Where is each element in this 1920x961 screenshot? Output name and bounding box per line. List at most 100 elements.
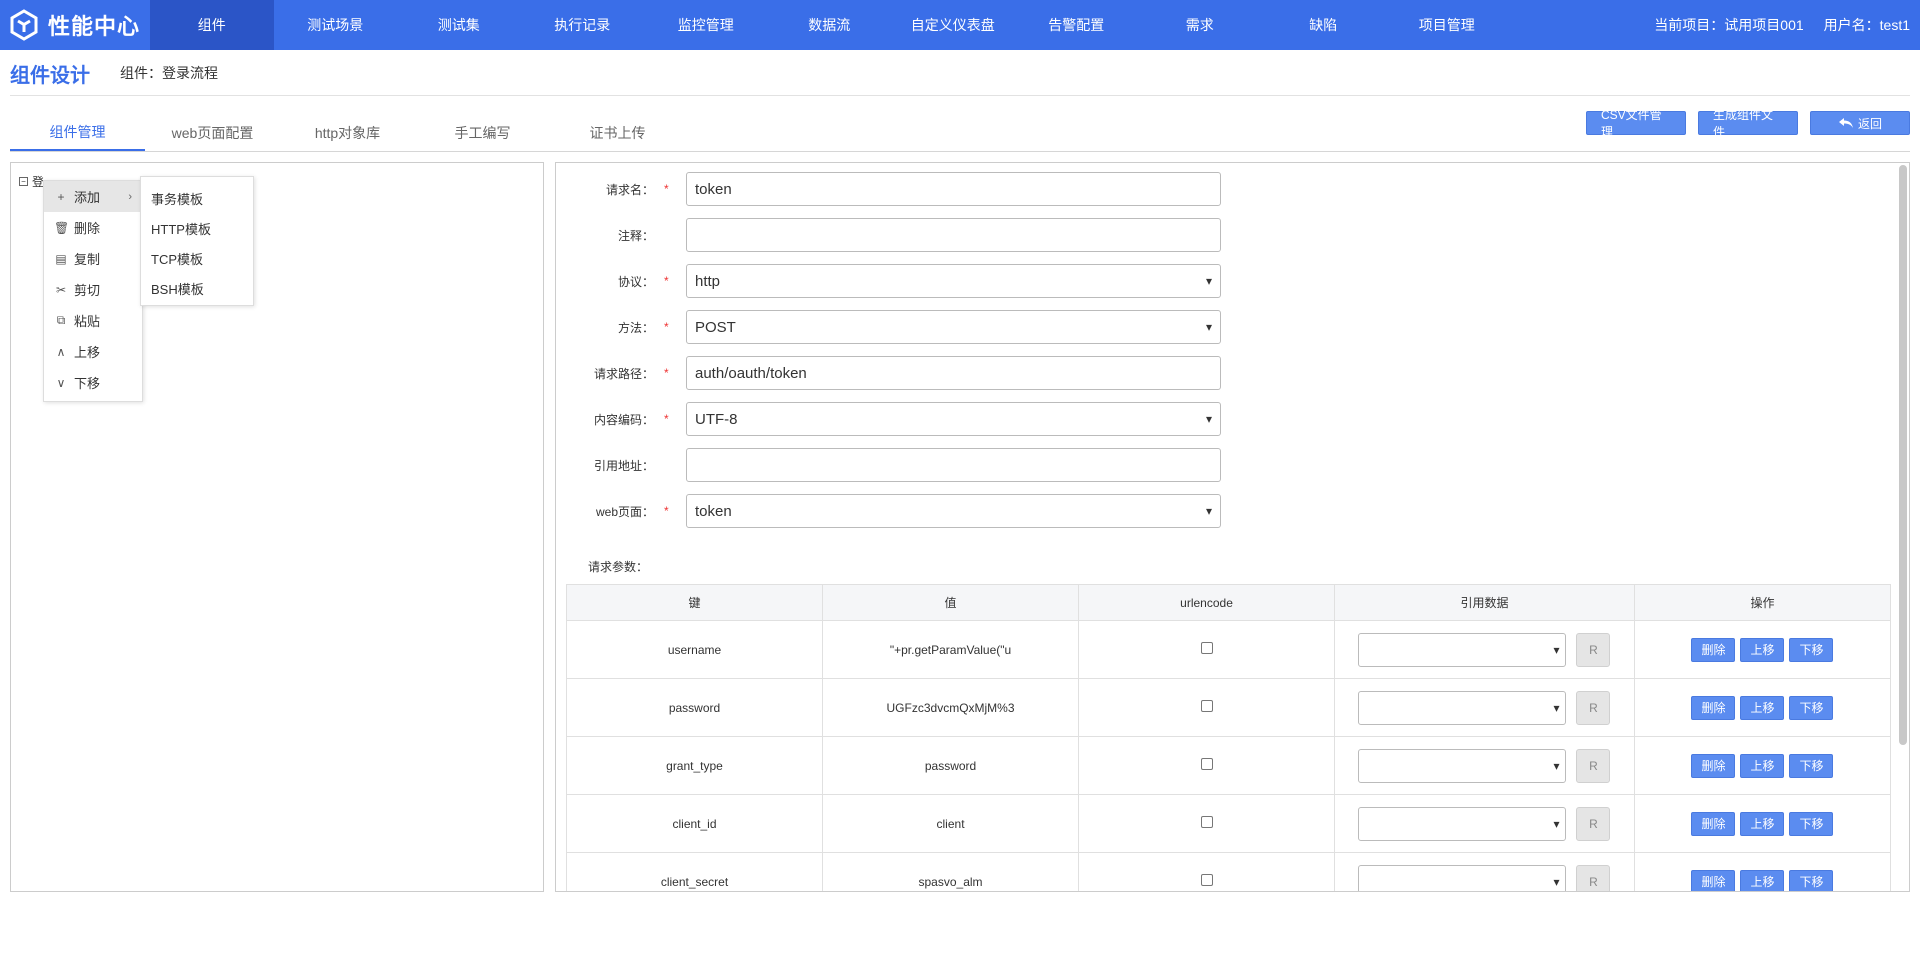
nav-item[interactable]: 项目管理 (1385, 0, 1509, 50)
submenu-item[interactable]: TCP模板 (141, 243, 253, 273)
move-down-button[interactable]: 下移 (1789, 695, 1834, 720)
ops-cell: 删除 上移 下移 (1633, 678, 1892, 737)
generate-file-button[interactable]: 生成组件文件 (1698, 108, 1798, 139)
nav-item[interactable]: 监控管理 (644, 0, 768, 50)
delete-row-button[interactable]: 删除 (1691, 637, 1736, 662)
tab[interactable]: 证书上传 (550, 115, 685, 151)
tab[interactable]: web页面配置 (145, 115, 280, 151)
tab[interactable]: http对象库 (280, 115, 415, 151)
delete-row-button[interactable]: 删除 (1691, 869, 1736, 891)
urlencode-checkbox[interactable] (1200, 700, 1213, 712)
nav-item[interactable]: 需求 (1138, 0, 1262, 50)
r-button[interactable]: R (1576, 806, 1611, 841)
nav-item[interactable]: 测试集 (397, 0, 521, 50)
urlencode-checkbox[interactable] (1200, 642, 1213, 654)
ref-url-input[interactable] (686, 448, 1221, 482)
context-menu: + 添加 › 🗑 删除 ▤ 复制 ✂ 剪切 ⧉ 粘贴 ∧ 上移 ∨ 下移 (43, 180, 143, 402)
r-button[interactable]: R (1576, 864, 1611, 891)
param-value[interactable]: "+pr.getParamValue("u (823, 643, 1078, 657)
param-value[interactable]: password (823, 759, 1078, 773)
tab[interactable]: 组件管理 (10, 115, 145, 151)
current-project: 当前项目：试用项目001 (1654, 17, 1804, 33)
encoding-label: 内容编码： (593, 412, 654, 427)
column-header: urlencode (1078, 584, 1336, 621)
ctx-cut[interactable]: ✂ 剪切 (44, 274, 142, 305)
nav-item[interactable]: 告警配置 (1015, 0, 1139, 50)
scrollbar[interactable] (1899, 165, 1907, 745)
r-button[interactable]: R (1576, 690, 1611, 725)
path-label: 请求路径： (593, 366, 654, 381)
move-down-button[interactable]: 下移 (1789, 753, 1834, 778)
move-down-button[interactable]: 下移 (1789, 637, 1834, 662)
nav-item[interactable]: 缺陷 (1262, 0, 1386, 50)
nav-item[interactable]: 数据流 (768, 0, 892, 50)
required-mark: * (664, 182, 669, 196)
tree-node-root[interactable]: − 登 (19, 173, 44, 190)
delete-row-button[interactable]: 删除 (1691, 753, 1736, 778)
scissors-icon: ✂ (55, 282, 67, 297)
move-down-button[interactable]: 下移 (1789, 869, 1834, 891)
move-up-button[interactable]: 上移 (1740, 811, 1785, 836)
param-value-cell: UGFzc3dvcmQxMjM%3 (822, 678, 1080, 737)
path-input[interactable]: auth/oauth/token (686, 356, 1221, 390)
ctx-move-down[interactable]: ∨ 下移 (44, 367, 142, 398)
user-name[interactable]: 用户名：test1 (1824, 15, 1910, 35)
ref-data-select[interactable]: ▾ (1358, 806, 1567, 841)
move-up-button[interactable]: 上移 (1740, 695, 1785, 720)
ref-data-select[interactable]: ▾ (1358, 748, 1567, 783)
collapse-toggle-icon[interactable]: − (19, 177, 28, 186)
urlencode-checkbox[interactable] (1200, 816, 1213, 828)
move-up-button[interactable]: 上移 (1740, 637, 1785, 662)
nav-item[interactable]: 执行记录 (521, 0, 645, 50)
submenu-item[interactable]: 事务模板 (141, 183, 253, 213)
csv-manage-button[interactable]: CSV文件管理 (1586, 108, 1686, 139)
back-label: 返回 (1857, 116, 1882, 131)
ctx-move-up[interactable]: ∧ 上移 (44, 336, 142, 367)
back-arrow-icon (1838, 118, 1853, 128)
move-down-button[interactable]: 下移 (1789, 811, 1834, 836)
ref-data-select[interactable]: ▾ (1358, 864, 1567, 891)
urlencode-checkbox[interactable] (1200, 758, 1213, 770)
submenu-item[interactable]: HTTP模板 (141, 213, 253, 243)
ref-url-label: 引用地址： (593, 458, 654, 473)
ctx-label: 添加 (74, 190, 101, 205)
urlencode-checkbox[interactable] (1200, 874, 1213, 886)
add-submenu: 事务模板 HTTP模板 TCP模板 BSH模板 (140, 176, 254, 306)
move-up-button[interactable]: 上移 (1740, 753, 1785, 778)
r-button[interactable]: R (1576, 632, 1611, 667)
nav-item[interactable]: 组件 (150, 0, 274, 50)
delete-row-button[interactable]: 删除 (1691, 811, 1736, 836)
params-label: 请求参数： (588, 560, 649, 574)
ctx-add[interactable]: + 添加 › (44, 181, 142, 212)
nav-item[interactable]: 测试场景 (274, 0, 398, 50)
protocol-select[interactable]: http ▾ (686, 264, 1221, 298)
table-row: username "+pr.getParamValue("u ▾ R 删除 上移 下移 (565, 620, 1892, 679)
back-button[interactable]: 返回 (1810, 111, 1910, 135)
param-value[interactable]: UGFzc3dvcmQxMjM%3 (823, 701, 1078, 715)
column-header: 操作 (1633, 584, 1892, 621)
ctx-delete[interactable]: 🗑 删除 (44, 212, 142, 243)
ref-data-select[interactable]: ▾ (1358, 690, 1567, 725)
ref-data-select[interactable]: ▾ (1358, 632, 1567, 667)
r-button[interactable]: R (1576, 748, 1611, 783)
encoding-select[interactable]: UTF-8 ▾ (686, 402, 1221, 436)
ref-data-cell: ▾ R (1334, 852, 1635, 891)
param-value[interactable]: spasvo_alm (823, 875, 1078, 889)
request-name-input[interactable]: token (686, 172, 1221, 206)
ctx-paste[interactable]: ⧉ 粘贴 (44, 305, 142, 336)
move-up-button[interactable]: 上移 (1740, 869, 1785, 891)
nav-item[interactable]: 自定义仪表盘 (891, 0, 1015, 50)
row-request-name: 请求名： * token (556, 171, 1221, 207)
delete-row-button[interactable]: 删除 (1691, 695, 1736, 720)
web-page-select[interactable]: token ▾ (686, 494, 1221, 528)
submenu-item[interactable]: BSH模板 (141, 273, 253, 303)
param-value[interactable]: client (823, 817, 1078, 831)
method-select[interactable]: POST ▾ (686, 310, 1221, 344)
ctx-copy[interactable]: ▤ 复制 (44, 243, 142, 274)
method-value: POST (695, 318, 736, 336)
comment-input[interactable] (686, 218, 1221, 252)
tab[interactable]: 手工编写 (415, 115, 550, 151)
table-row: password UGFzc3dvcmQxMjM%3 ▾ R 删除 上移 下移 (565, 678, 1892, 737)
ref-data-cell: ▾ R (1334, 678, 1635, 737)
brand[interactable]: 性能中心 (0, 0, 150, 50)
